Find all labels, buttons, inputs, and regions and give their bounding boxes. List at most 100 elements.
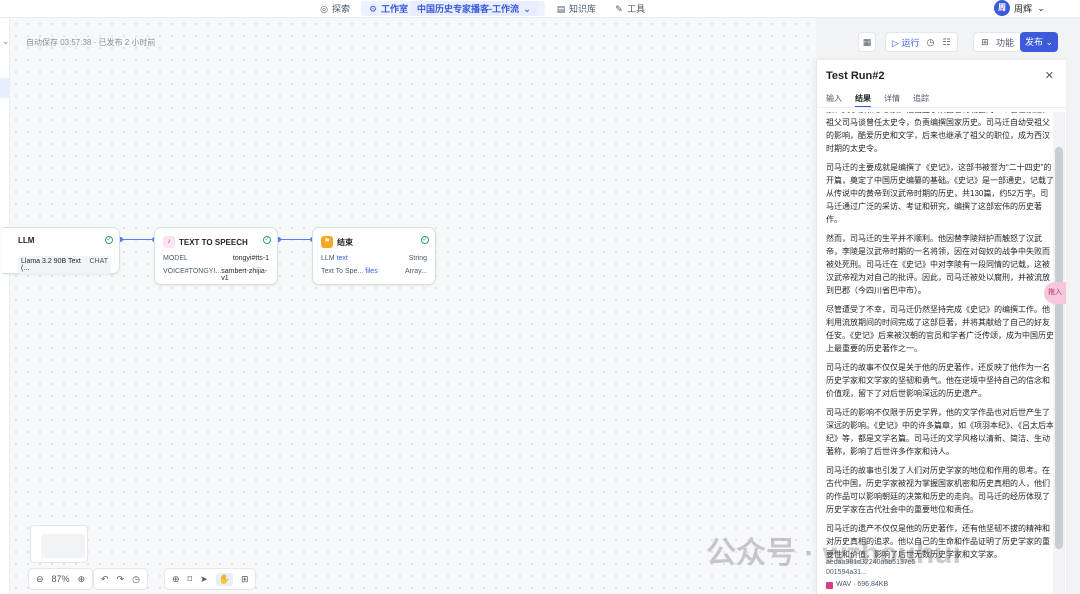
node-end-header: ⚑ 结束 [321, 236, 353, 248]
node-llm-title: LLM [18, 236, 35, 245]
zoom-level[interactable]: 87% [52, 574, 70, 584]
tts-voice-label: VOICE#TONGYI... [163, 268, 222, 275]
nav-explore-label: 探索 [332, 4, 351, 14]
end-row2-var: files [365, 268, 378, 275]
check-icon: ✓ [263, 236, 271, 244]
tts-model-label: MODEL [163, 255, 188, 262]
features-label: 功能 [996, 37, 1015, 48]
hand-icon[interactable]: ✋ [215, 572, 233, 586]
chevron-down-icon: ⌄ [523, 3, 531, 14]
test-run-panel: Test Run#2 ✕ 输入 结果 详情 追踪 家、文学家和思想家。他出生于陕… [816, 60, 1067, 594]
nav-explore[interactable]: ◎ 探索 [312, 1, 357, 16]
tab-detail[interactable]: 详情 [884, 93, 900, 108]
floating-assistant-button[interactable]: 拖入 [1044, 282, 1066, 304]
minimap[interactable] [30, 525, 88, 563]
node-end[interactable]: ⚑ 结束 ✓ LLM text String Text To Spe... fi… [312, 227, 436, 285]
tab-trace[interactable]: 追踪 [913, 93, 929, 108]
pointer-icon[interactable]: ➤ [200, 574, 208, 585]
node-llm-model-row: Llama 3.2 90B Text (... CHAT [18, 256, 111, 274]
add-note-icon[interactable]: ⌑ [188, 574, 193, 585]
check-icon: ✓ [421, 236, 429, 244]
node-text-to-speech[interactable]: ♪ TEXT TO SPEECH ✓ MODEL tongyi#tts-1 VO… [154, 227, 278, 285]
workflow-canvas[interactable] [10, 18, 816, 594]
close-icon[interactable]: ✕ [1045, 69, 1054, 82]
top-bar: ◎ 探索 ⚙ 工作室 中国历史专家播客-工作流 ⌄ ▤ 知识库 ✎ 工具 周 周… [0, 0, 1080, 18]
sidebar-selected-item[interactable] [0, 78, 9, 98]
file-type: WAV · 696.84KB [836, 581, 889, 588]
history-icon: ▦ [862, 37, 872, 47]
llm-mode-tag: CHAT [89, 258, 108, 265]
end-flag-icon: ⚑ [321, 236, 333, 248]
zoom-in-icon[interactable]: ⊕ [78, 574, 86, 585]
check-icon: ✓ [105, 236, 113, 244]
audio-file-icon [826, 581, 833, 589]
nav-workspace-label: 工作室 [381, 4, 409, 14]
result-content[interactable]: 家、文学家和思想家。他出生于陕西省韩城县的一个官宦家庭，祖父司马谈曾任太史令，负… [826, 112, 1054, 594]
add-node-icon[interactable]: ⊕ [172, 574, 180, 585]
nav-tools-label: 工具 [627, 4, 646, 14]
end-row1-var: text [336, 255, 348, 262]
end-row2-source: Text To Spe... [321, 268, 364, 275]
node-tts-header: ♪ TEXT TO SPEECH [163, 236, 248, 248]
end-row1-type: String [408, 255, 427, 262]
watermark: 公众号 · wzhouhui [706, 537, 961, 570]
checklist-icon[interactable]: ☷ [941, 37, 951, 47]
run-button[interactable]: ▷ 运行 [892, 36, 919, 49]
top-navigation: ◎ 探索 ⚙ 工作室 中国历史专家播客-工作流 ⌄ ▤ 知识库 ✎ 工具 [312, 1, 652, 16]
undo-icon[interactable]: ↶ [101, 574, 109, 585]
avatar: 周 [993, 0, 1010, 16]
publish-button[interactable]: 发布 ⌄ [1020, 32, 1058, 52]
user-menu[interactable]: 周 周辉 ⌄ [993, 0, 1046, 16]
file-meta: WAV · 696.84KB [826, 580, 916, 590]
node-llm[interactable]: LLM ✓ Llama 3.2 90B Text (... CHAT [2, 227, 120, 274]
workflow-selector[interactable]: 中国历史专家播客-工作流 ⌄ [411, 1, 539, 16]
run-label: 运行 [901, 37, 920, 48]
nav-workspace[interactable]: ⚙ 工作室 中国历史专家播客-工作流 ⌄ [361, 1, 546, 16]
autosave-status: 自动保存 03:57:38 · 已发布 2 小时前 [26, 38, 156, 47]
tools-icon: ✎ [615, 3, 623, 14]
canvas-tools: ⊕ ⌑ ➤ ✋ ⊞ [164, 568, 257, 590]
chevron-down-icon[interactable]: ⌄ [2, 36, 10, 47]
panel-scrollbar[interactable] [1053, 112, 1065, 594]
robot-icon: ⚙ [368, 3, 378, 14]
end-row1-source: LLM [321, 255, 335, 262]
user-name: 周辉 [1013, 3, 1032, 14]
result-paragraph: 尽管遭受了不幸，司马迁仍然坚持完成《史记》的编撰工作。他利用流放期间的时间完成了… [826, 305, 1054, 353]
tts-model-row: MODEL tongyi#tts-1 [163, 255, 269, 262]
nav-tools[interactable]: ✎ 工具 [607, 1, 652, 16]
book-icon: ▤ [556, 3, 566, 14]
organize-icon[interactable]: ⊞ [241, 574, 249, 585]
divider [817, 107, 1067, 108]
history-button[interactable]: ▦ [858, 32, 876, 52]
redo-icon[interactable]: ↷ [117, 574, 125, 585]
tts-voice-value: sambert-zhijia-v1 [221, 268, 268, 282]
workflow-name: 中国历史专家播客-工作流 [417, 4, 520, 14]
nav-knowledge[interactable]: ▤ 知识库 [549, 1, 603, 16]
features-icon: ⊞ [981, 37, 989, 47]
node-tts-title: TEXT TO SPEECH [179, 237, 248, 247]
panel-title: Test Run#2 [826, 70, 885, 82]
tab-input[interactable]: 输入 [826, 93, 842, 108]
result-paragraph: 司马迁的影响不仅限于历史学界，他的文学作品也对后世产生了深远的影响。《史记》中的… [826, 408, 1054, 456]
zoom-out-icon[interactable]: ⊖ [36, 574, 44, 585]
panel-tabs: 输入 结果 详情 追踪 [826, 93, 929, 108]
end-row2-type: Array... [404, 268, 427, 275]
scrollbar-thumb[interactable] [1055, 147, 1063, 549]
version-history-icon[interactable]: ◷ [132, 574, 140, 585]
tts-model-value: tongyi#tts-1 [232, 255, 269, 262]
node-end-title: 结束 [337, 237, 353, 247]
history-controls: ↶ ↷ ◷ [93, 568, 148, 590]
publish-label: 发布 [1024, 37, 1043, 47]
run-toolbar: ▷ 运行 ◷ ☷ [885, 32, 959, 52]
compass-icon: ◎ [320, 3, 328, 14]
result-paragraph: 司马迁的主要成就是编撰了《史记》，这部书被誉为“二十四史”的开篇，奠定了中国历史… [826, 163, 1054, 224]
run-history-icon[interactable]: ◷ [925, 37, 935, 47]
result-paragraph: 司马迁的故事也引发了人们对历史学家的地位和作用的思考。在古代中国，历史学家被视为… [826, 466, 1050, 514]
edge-tts-end [278, 239, 314, 240]
features-button[interactable]: ⊞ 功能 [973, 32, 1022, 52]
left-sidebar-edge [0, 18, 10, 594]
result-paragraph: 司马迁的故事不仅仅是关于他的历史著作，还反映了他作为一名历史学家和文学家的坚韧和… [826, 363, 1050, 398]
minimap-viewport [41, 534, 85, 558]
end-output-row-2: Text To Spe... files Array... [321, 268, 427, 275]
tab-result[interactable]: 结果 [855, 93, 871, 108]
